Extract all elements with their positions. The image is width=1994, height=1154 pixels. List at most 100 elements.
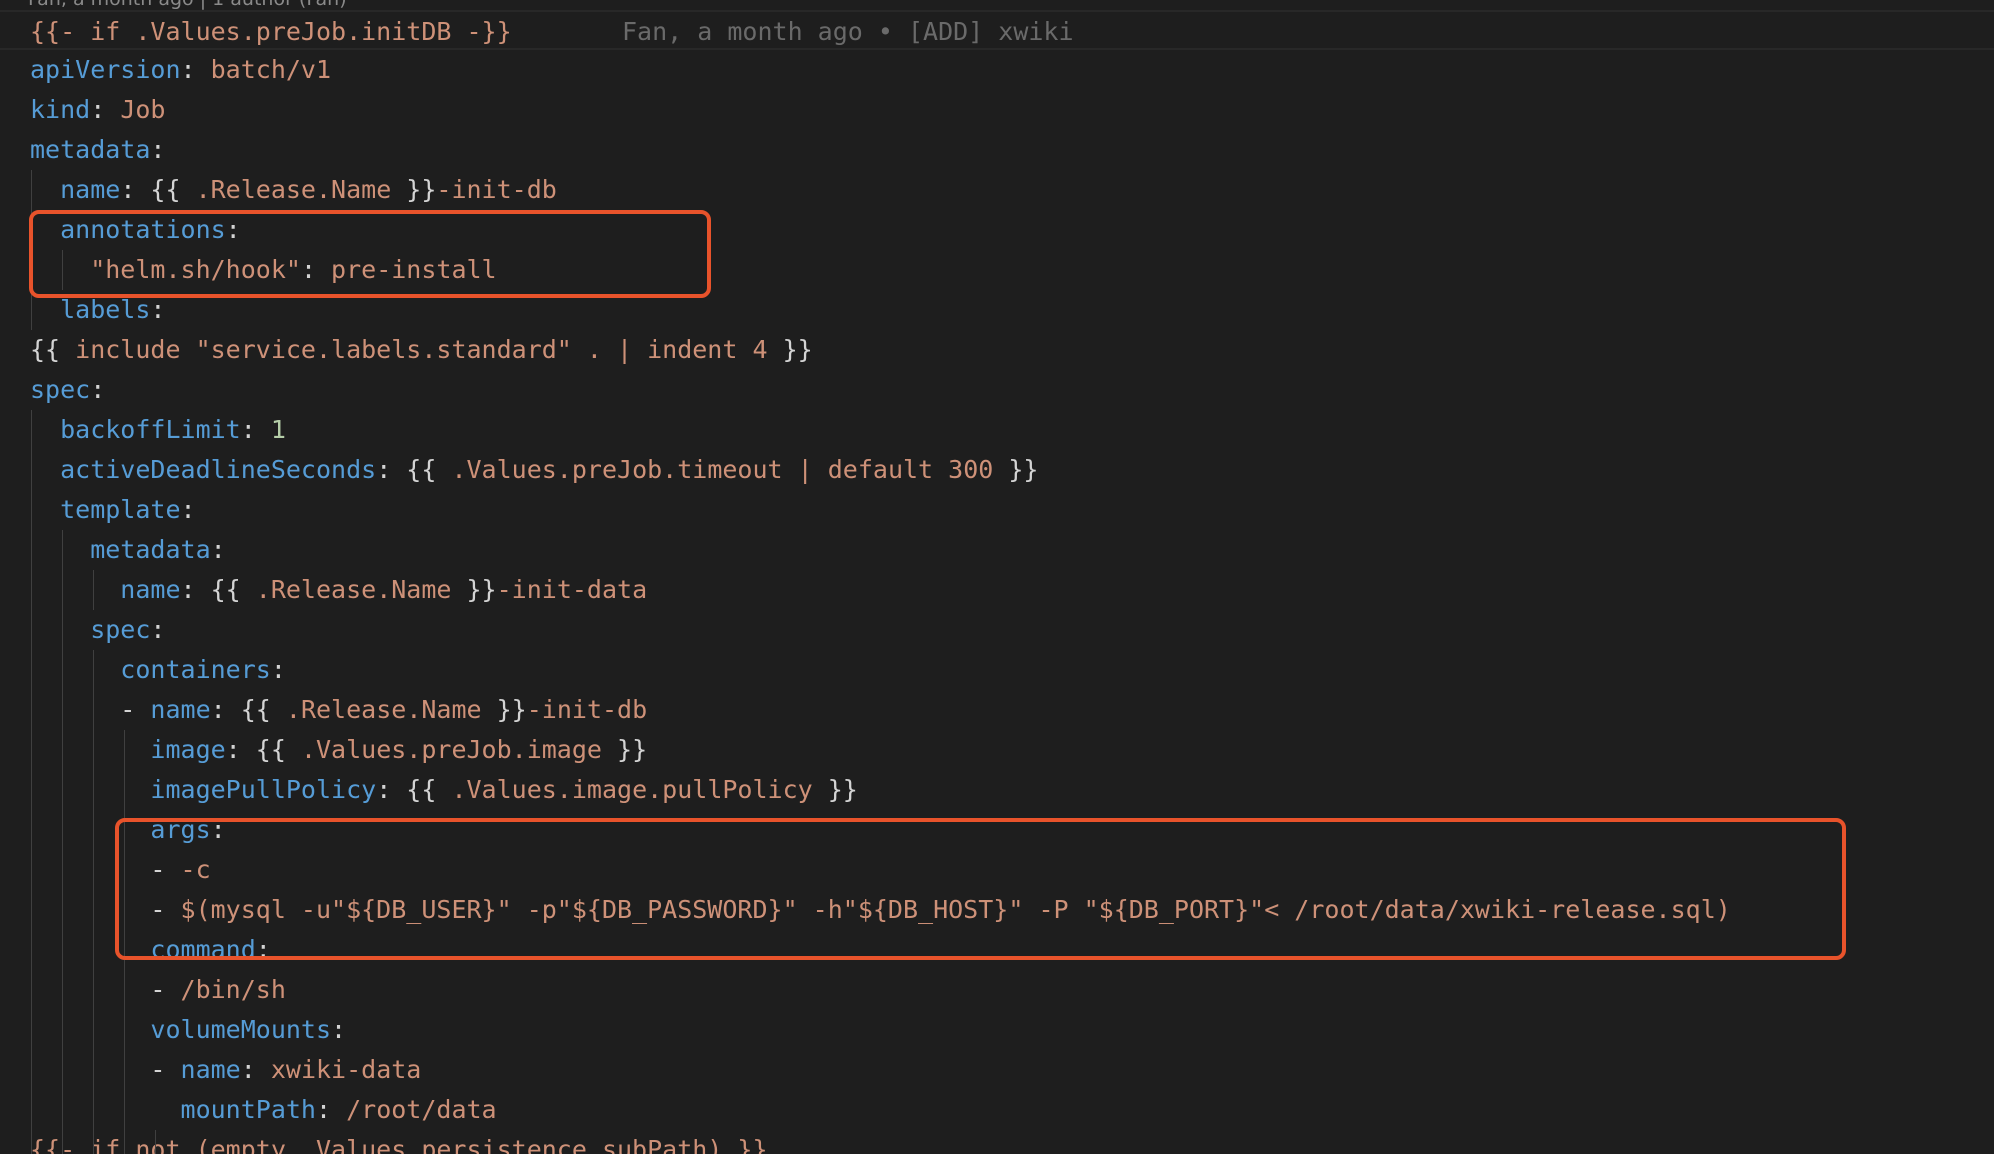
code-line-text: - name: {{ .Release.Name }}-init-db [30,690,647,730]
code-token: name [180,1055,241,1084]
git-blame-annotation: Fan, a month ago • [ADD] xwiki [622,17,1074,46]
code-line[interactable]: {{- if .Values.preJob.initDB -}} Fan, a m… [0,10,1994,50]
code-token: : {{ [376,455,452,484]
code-token: -init-data [496,575,648,604]
code-line-text: containers: [30,650,286,690]
code-token: Job [120,95,166,124]
code-line-text: mountPath: /root/data [30,1090,497,1130]
code-token: : {{ [120,175,196,204]
code-token: template [30,495,181,524]
code-token: include "service.labels.standard" . | in… [75,335,768,364]
code-token: : [180,495,196,524]
code-token: batch/v1 [210,55,332,84]
code-token: name [30,175,121,204]
code-token: : [210,535,226,564]
code-token: metadata [30,135,151,164]
code-token: : {{ [210,695,286,724]
code-token: name [30,575,181,604]
code-line-text: imagePullPolicy: {{ .Values.image.pullPo… [30,770,858,810]
code-token: .Release.Name [255,575,452,604]
code-line-text: kind: Job [30,90,165,130]
code-token: : [150,295,166,324]
code-token: backoffLimit [30,415,241,444]
annotations-highlight-box [29,210,711,298]
code-token: imagePullPolicy [30,775,377,804]
code-token: : {{ [180,575,256,604]
code-line-text: backoffLimit: 1 [30,410,286,450]
code-line-text: template: [30,490,196,530]
code-line-text: {{ include "service.labels.standard" . |… [30,330,813,370]
code-token: }} [993,455,1039,484]
code-token: activeDeadlineSeconds [30,455,377,484]
code-token: }} [451,575,497,604]
code-line-text: metadata: [30,530,226,570]
code-token: 1 [270,415,286,444]
code-token: spec [30,615,151,644]
code-line-text: - /bin/sh [30,970,286,1010]
code-token: mountPath [30,1095,316,1124]
code-token: : {{ [225,735,301,764]
code-token: -init-db [436,175,557,204]
code-token: .Values.preJob.timeout | default 300 [451,455,994,484]
code-line-text: volumeMounts: [30,1010,346,1050]
code-token: - [30,695,151,724]
indent-guide [93,650,94,1154]
code-token: - [30,975,181,1004]
code-token: .Values.image.pullPolicy [451,775,813,804]
code-token: kind [30,95,91,124]
code-line-text: apiVersion: batch/v1 [30,50,331,90]
code-editor[interactable]: Fan, a month ago | 1 author (Fan) {{- if… [0,0,1994,1154]
indent-guide [62,530,63,1154]
code-token: xwiki-data [270,1055,422,1084]
code-token: }} [481,695,527,724]
code-line-text: spec: [30,370,105,410]
code-line-text: name: {{ .Release.Name }}-init-db [30,170,557,210]
code-token: volumeMounts [30,1015,332,1044]
code-token: {{- if .Values.preJob.initDB -}} [30,17,512,46]
code-line-text: activeDeadlineSeconds: {{ .Values.preJob… [30,450,1038,490]
code-token: labels [30,295,151,324]
code-line-text: - name: xwiki-data [30,1050,421,1090]
code-line-text: image: {{ .Values.preJob.image }} [30,730,647,770]
code-line-text: name: {{ .Release.Name }}-init-data [30,570,647,610]
code-line-text: metadata: [30,130,165,170]
code-token: : [240,1055,271,1084]
code-token: }} [812,775,858,804]
code-token: : [90,375,106,404]
code-token: : [240,415,271,444]
code-token: spec [30,375,91,404]
code-token: apiVersion [30,55,181,84]
indent-guide [93,570,94,610]
code-token: {{ [30,335,76,364]
codelens-author[interactable]: Fan, a month ago | 1 author (Fan) [28,0,347,10]
code-token: -init-db [526,695,648,724]
code-token: image [30,735,226,764]
code-token: /root/data [346,1095,497,1124]
code-line-text: spec: [30,610,165,650]
code-token: : [331,1015,347,1044]
code-token: : [150,135,166,164]
code-token: }} [767,335,813,364]
code-token: metadata [30,535,211,564]
indent-guide [31,410,32,1154]
code-token: : [315,1095,347,1124]
code-token: : [270,655,286,684]
code-token: : [180,55,211,84]
code-token: : [150,615,166,644]
code-token: : [90,95,121,124]
code-line-text: {{- if .Values.preJob.initDB -}} [30,12,512,52]
code-token: /bin/sh [180,975,286,1004]
code-token: }} [391,175,437,204]
code-token: }} [601,735,648,764]
code-token: containers [30,655,271,684]
code-token: .Release.Name [285,695,482,724]
code-token: .Values.preJob.image [300,735,602,764]
indent-guide [155,1130,156,1154]
code-token: name [150,695,211,724]
code-token: : {{ [376,775,452,804]
code-line-text: {{- if not (empty .Values.persistence.su… [30,1130,768,1154]
code-token: - [30,1055,181,1084]
code-token: {{- if not (empty .Values.persistence.su… [30,1135,768,1154]
code-token: .Release.Name [195,175,392,204]
args-highlight-box [115,818,1846,960]
